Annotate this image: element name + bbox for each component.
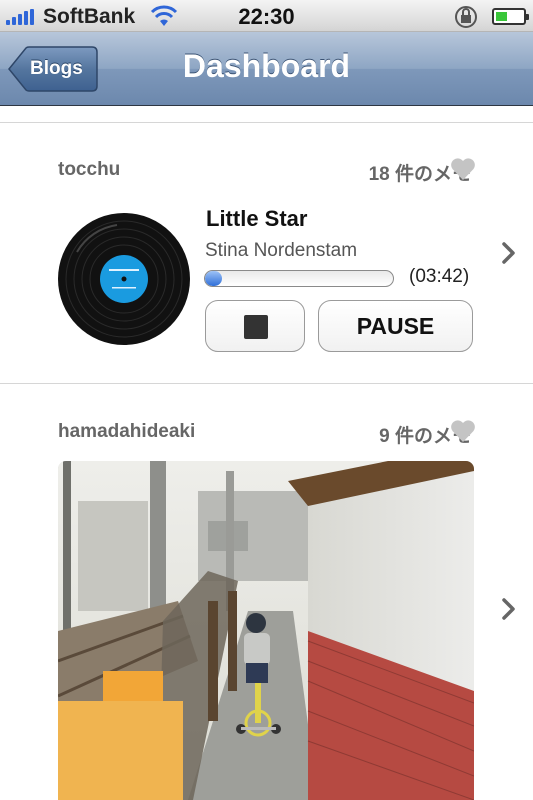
navigation-bar: Blogs Dashboard (0, 32, 533, 106)
battery-icon (492, 8, 529, 25)
rotation-lock-icon (455, 6, 477, 28)
stop-button[interactable] (205, 300, 305, 352)
divider (0, 122, 533, 123)
chevron-right-icon[interactable] (500, 241, 518, 265)
track-artist: Stina Nordenstam (205, 240, 358, 261)
chevron-right-icon[interactable] (500, 597, 518, 621)
pause-button[interactable]: PAUSE (318, 300, 473, 352)
post-username[interactable]: hamadahideaki (58, 421, 195, 443)
post-photo[interactable] (58, 461, 474, 800)
audio-progress-bar[interactable] (204, 270, 394, 287)
track-duration: (03:42) (409, 266, 470, 287)
heart-icon[interactable] (450, 157, 476, 181)
photo-of-child-on-bicycle (58, 461, 474, 800)
audio-progress-fill (205, 271, 222, 286)
track-title: Little Star (206, 206, 308, 231)
vinyl-record-icon (58, 213, 190, 345)
page-title: Dashboard (182, 48, 351, 84)
stop-icon (244, 315, 268, 339)
post-username[interactable]: tocchu (58, 159, 120, 181)
status-bar: SoftBank 22:30 (0, 0, 533, 32)
heart-icon[interactable] (450, 419, 476, 443)
divider (0, 383, 533, 384)
